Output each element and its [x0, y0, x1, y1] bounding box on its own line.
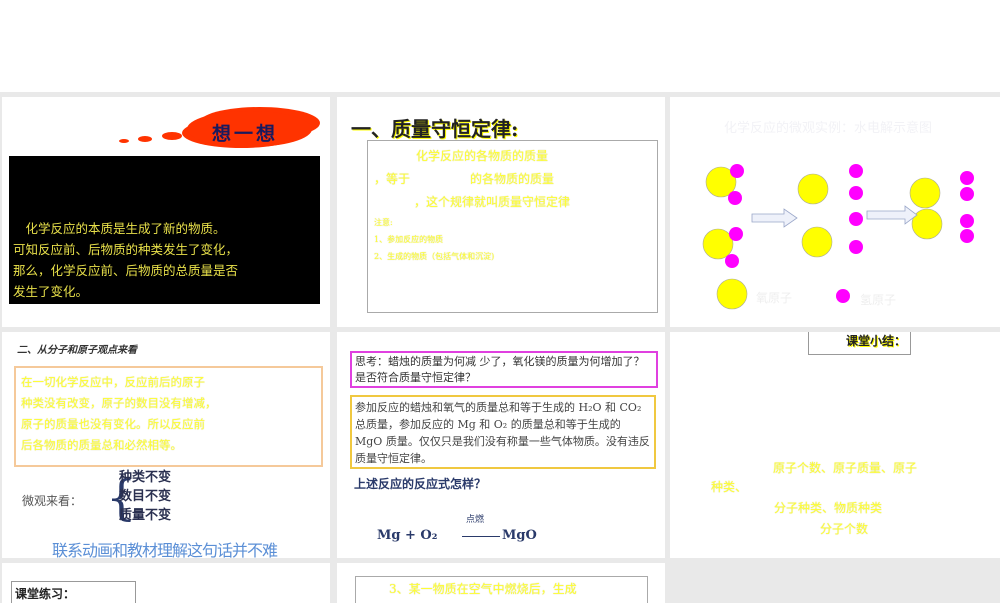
text-line: 化学反应的本质是生成了新的物质。 [13, 221, 226, 236]
practice-title: 课堂练习： [15, 587, 76, 601]
top-area [0, 0, 1000, 92]
slide-thumbnail-4[interactable]: 二、从分子和原子观点来看 在一切化学反应中，反应前后的原子 种类没有改变，原子的… [2, 332, 330, 558]
footer-note: 联系动画和教材理解这句话并不难 [52, 541, 278, 558]
section-heading: 二、从分子和原子观点来看 [17, 345, 137, 356]
hydrogen-atom [849, 164, 863, 178]
equation-right: MgO [502, 528, 537, 543]
answer-box: 参加反应的蜡烛和氧气的质量总和等于生成的 H₂O 和 CO₂ 总质量，参加反应的… [350, 395, 656, 469]
text-line: 后各物质的质量总和必然相等。 [21, 438, 182, 452]
hydrogen-atom [730, 164, 744, 178]
note-line: 1、参加反应的物质 [374, 235, 444, 244]
oxygen-atom [797, 173, 829, 205]
oxygen-atom [909, 177, 941, 209]
reaction-condition: 点燃 [466, 515, 485, 525]
note-line: 2、生成的物质（包括气体和沉淀) [374, 252, 495, 261]
hydrogen-atom [849, 240, 863, 254]
summary-title-box: 课堂小结： [808, 332, 911, 355]
summary-title: 课堂小结： [846, 334, 907, 348]
think-box: 思考：蜡烛的质量为何减 少了，氧化镁的质量为何增加了？是否符合质量守恒定律？ [350, 351, 658, 388]
summary-line: 分子个数 [820, 522, 869, 536]
hydrogen-atom [960, 187, 974, 201]
content-box: 化学反应的各物质的质量 ，等于 的各物质的质量 ，这个规律就叫质量守恒定律 注意… [367, 140, 658, 313]
hydrogen-atom [849, 186, 863, 200]
oxygen-atom [716, 278, 748, 310]
hydrogen-atom [960, 214, 974, 228]
thought-bubble-dot [162, 132, 182, 140]
explanation-box: 在一切化学反应中，反应前后的原子 种类没有改变，原子的数目没有增减， 原子的质量… [14, 366, 323, 467]
slide-thumbnail-8[interactable]: 3、某一物质在空气中燃烧后，生成 [337, 563, 665, 603]
text-line: 可知反应前、后物质的种类发生了变化， [13, 242, 239, 257]
thought-bubble-dot [119, 139, 129, 143]
summary-line: 原子个数、原子质量、原子 [773, 461, 918, 475]
slide-thumbnail-6[interactable]: 课堂小结： 原子个数、原子质量、原子 种类、 分子种类、物质种类 分子个数 [670, 332, 1000, 558]
question: 上述反应的反应式怎样？ [354, 477, 487, 491]
micro-item: 种类不变 [119, 470, 172, 485]
slide-thumbnail-5[interactable]: 思考：蜡烛的质量为何减 少了，氧化镁的质量为何增加了？是否符合质量守恒定律？ 参… [337, 332, 665, 558]
micro-list: 种类不变 数目不变 质量不变 [119, 468, 171, 525]
hydrogen-atom [725, 254, 739, 268]
text-line: ，等于 的各物质的质量 [374, 172, 555, 186]
thought-bubble-dot [138, 136, 152, 142]
hydrogen-atom [960, 171, 974, 185]
text-line: 发生了变化。 [13, 284, 89, 299]
text-line: 原子的质量也没有变化。所以反应前 [21, 417, 205, 431]
oxygen-atom [801, 226, 833, 258]
note-line: 注意: [374, 218, 393, 227]
hydrogen-atom [728, 191, 742, 205]
oxygen-atom [911, 208, 943, 240]
question-box: 3、某一物质在空气中燃烧后，生成 [355, 576, 648, 603]
cloud-text: 想一想 [212, 123, 279, 145]
arrow-icon [866, 205, 918, 225]
summary-line: 种类、 [711, 480, 748, 494]
equation-arrow [462, 536, 500, 537]
question-line: 3、某一物质在空气中燃烧后，生成 [389, 582, 577, 596]
hydrogen-atom [849, 212, 863, 226]
text-line: ，这个规律就叫质量守恒定律 [414, 195, 571, 209]
slide-thumbnail-3[interactable]: 化学反应的微观实例：水电解示意图 氧原子 氢原子 [670, 97, 1000, 327]
hydrogen-atom [729, 227, 743, 241]
micro-label: 微观来看： [22, 494, 83, 508]
text-line: 化学反应的各物质的质量 [416, 149, 549, 163]
black-text-box: 化学反应的本质是生成了新的物质。 可知反应前、后物质的种类发生了变化， 那么，化… [9, 156, 320, 304]
slide-title: 一、质量守恒定律: [351, 117, 519, 141]
slide-thumbnail-7[interactable]: 课堂练习： [2, 563, 330, 603]
micro-item: 质量不变 [119, 508, 172, 523]
arrow-icon [751, 208, 798, 228]
water-electrolysis-diagram [702, 164, 974, 310]
equation-left: Mg + O₂ [377, 528, 438, 543]
legend-hydrogen: 氢原子 [860, 293, 897, 307]
text-line: 在一切化学反应中，反应前后的原子 [21, 375, 205, 389]
slide-thumbnail-1[interactable]: 想一想 化学反应的本质是生成了新的物质。 可知反应前、后物质的种类发生了变化， … [2, 97, 330, 327]
text-line: 那么，化学反应前、后物质的总质量是否 [13, 263, 239, 278]
legend-oxygen: 氧原子 [756, 291, 793, 305]
hydrogen-atom [960, 229, 974, 243]
slide-thumbnail-2[interactable]: 一、质量守恒定律: 化学反应的各物质的质量 ，等于 的各物质的质量 ，这个规律就… [337, 97, 665, 327]
summary-line: 分子种类、物质种类 [774, 501, 883, 515]
oxygen-atom [702, 228, 734, 260]
hydrogen-atom [836, 289, 850, 303]
micro-item: 数目不变 [119, 489, 172, 504]
text-line: 种类没有改变，原子的数目没有增减， [21, 396, 217, 410]
